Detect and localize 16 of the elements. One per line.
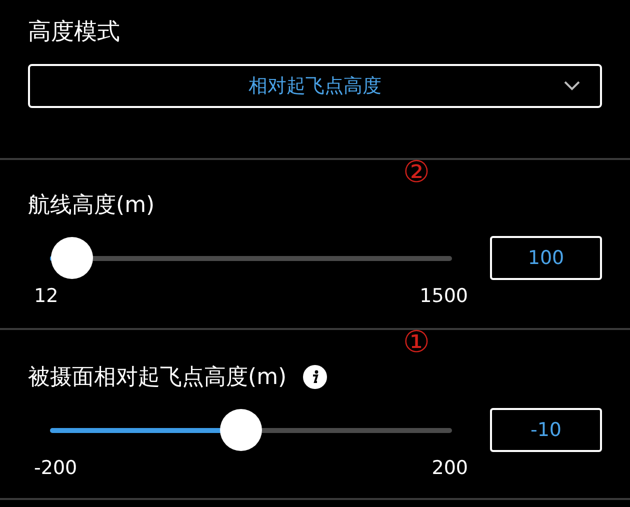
value-field[interactable]: 100 bbox=[490, 236, 602, 280]
chevron-down-icon bbox=[564, 81, 580, 91]
slider-min-label: -200 bbox=[34, 456, 78, 481]
slider-thumb[interactable] bbox=[220, 408, 262, 450]
value-field[interactable]: -10 bbox=[490, 408, 602, 452]
info-icon[interactable] bbox=[302, 365, 327, 389]
annotation-number: ② bbox=[403, 156, 430, 190]
section-label: 航线高度(m) bbox=[28, 192, 155, 220]
section-label: 高度模式 bbox=[28, 18, 121, 47]
slider-min-label: 12 bbox=[34, 284, 58, 309]
slider-max-label: 200 bbox=[432, 456, 468, 481]
slider-thumb[interactable] bbox=[51, 236, 94, 278]
annotation-number: ① bbox=[403, 326, 430, 360]
section-label: 被摄面相对起飞点高度(m) bbox=[28, 364, 287, 392]
dropdown[interactable]: 相对起飞点高度 bbox=[28, 64, 602, 108]
slider-max-label: 1500 bbox=[420, 284, 468, 309]
